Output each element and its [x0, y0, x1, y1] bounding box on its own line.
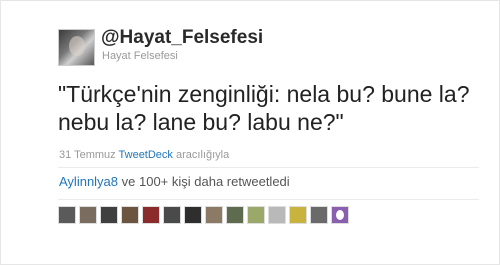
tweet-text: "Türkçe'nin zenginliği: nela bu? bune la…	[58, 81, 470, 135]
retweeter-avatar[interactable]	[268, 206, 286, 224]
retweeter-avatar[interactable]	[247, 206, 265, 224]
profile-avatar[interactable]	[58, 29, 95, 66]
retweeter-avatar[interactable]	[142, 206, 160, 224]
retweeter-avatars	[58, 206, 349, 224]
retweeter-avatar[interactable]	[331, 206, 349, 224]
retweeter-link[interactable]: Aylinnlya8	[59, 174, 118, 189]
retweeter-avatar[interactable]	[121, 206, 139, 224]
retweeter-avatar[interactable]	[58, 206, 76, 224]
retweet-summary: Aylinnlya8 ve 100+ kişi daha retweetledi	[59, 174, 290, 189]
retweeter-avatar[interactable]	[226, 206, 244, 224]
screen-name-link[interactable]: @Hayat_Felsefesi	[101, 27, 263, 49]
divider	[58, 199, 479, 200]
default-egg-icon	[336, 210, 344, 220]
retweeter-avatar[interactable]	[100, 206, 118, 224]
retweeter-avatar[interactable]	[205, 206, 223, 224]
retweet-count-text: ve 100+ kişi daha retweetledi	[118, 174, 290, 189]
tweet-card: @Hayat_Felsefesi Hayat Felsefesi "Türkçe…	[0, 0, 500, 265]
retweeter-avatar[interactable]	[310, 206, 328, 224]
retweeter-avatar[interactable]	[289, 206, 307, 224]
tweet-meta: 31 Temmuz TweetDeck aracılığıyla	[59, 149, 229, 161]
retweeter-avatar[interactable]	[163, 206, 181, 224]
full-name: Hayat Felsefesi	[102, 50, 178, 62]
tweet-source-link[interactable]: TweetDeck	[119, 149, 173, 161]
retweeter-avatar[interactable]	[184, 206, 202, 224]
retweeter-avatar[interactable]	[79, 206, 97, 224]
tweet-source-suffix: aracılığıyla	[176, 149, 230, 161]
tweet-date-link[interactable]: 31 Temmuz	[59, 149, 116, 161]
divider	[58, 167, 479, 168]
